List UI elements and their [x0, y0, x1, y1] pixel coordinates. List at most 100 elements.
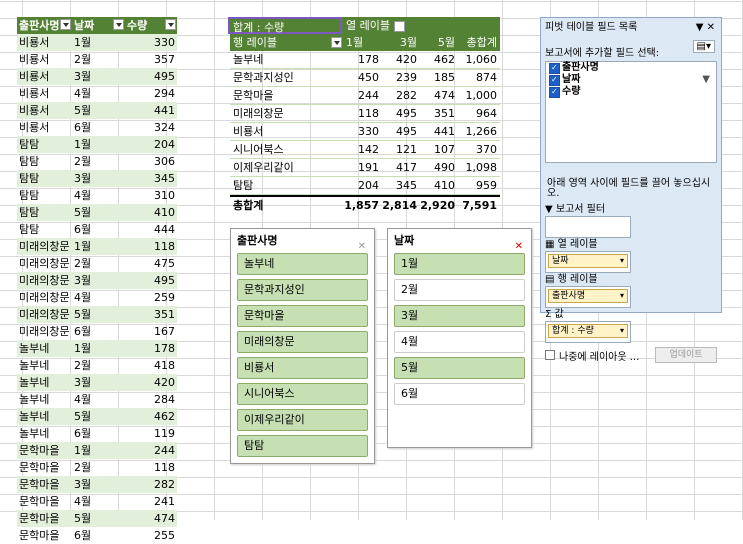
table-cell[interactable]: 2월: [72, 357, 125, 374]
pivot-cell[interactable]: 495: [382, 105, 420, 122]
checkbox-icon[interactable]: [549, 74, 560, 86]
pivot-cell[interactable]: 204: [344, 177, 382, 194]
table-cell[interactable]: 1월: [72, 442, 125, 459]
table-cell[interactable]: 탐탐: [17, 204, 72, 221]
table-cell[interactable]: 410: [125, 204, 177, 221]
table-cell[interactable]: 6월: [72, 425, 125, 442]
table-cell[interactable]: 3월: [72, 374, 125, 391]
slicer-item[interactable]: 2월: [394, 279, 525, 301]
table-cell[interactable]: 1월: [72, 340, 125, 357]
zone-values[interactable]: Σ 값 합계 : 수량: [545, 308, 631, 343]
pivot-cell[interactable]: 410: [420, 177, 458, 194]
slicer-item[interactable]: 1월: [394, 253, 525, 275]
table-cell[interactable]: 244: [125, 442, 177, 459]
pivot-cell[interactable]: 이제우리같이: [230, 159, 344, 176]
pivot-cell[interactable]: 탐탐: [230, 177, 344, 194]
slicer-item[interactable]: 놀부네: [237, 253, 368, 275]
table-cell[interactable]: 비룡서: [17, 102, 72, 119]
field-publisher[interactable]: 출판사명: [546, 62, 716, 74]
table-cell[interactable]: 문학마을: [17, 459, 72, 476]
table-cell[interactable]: 5월: [72, 102, 125, 119]
table-cell[interactable]: 255: [125, 527, 177, 544]
table-cell[interactable]: 탐탐: [17, 221, 72, 238]
header-qty[interactable]: 수량: [125, 17, 177, 34]
table-cell[interactable]: 미래의창문: [17, 255, 72, 272]
slicer-item[interactable]: 시니어북스: [237, 383, 368, 405]
table-cell[interactable]: 2월: [72, 51, 125, 68]
pivot-cell[interactable]: 미래의창문: [230, 105, 344, 122]
table-cell[interactable]: 6월: [72, 119, 125, 136]
table-cell[interactable]: 495: [125, 68, 177, 85]
table-cell[interactable]: 미래의창문: [17, 306, 72, 323]
table-cell[interactable]: 비룡서: [17, 119, 72, 136]
zone-columns[interactable]: ▦ 열 레이블 날짜: [545, 238, 631, 273]
table-cell[interactable]: 미래의창문: [17, 272, 72, 289]
filter-dropdown-icon[interactable]: [60, 19, 71, 30]
zone-rows[interactable]: ▤ 행 레이블 출판사명: [545, 273, 631, 308]
slicer-item[interactable]: 탐탐: [237, 435, 368, 457]
close-icon[interactable]: ▼ ✕: [696, 18, 715, 38]
table-cell[interactable]: 놀부네: [17, 391, 72, 408]
table-cell[interactable]: 비룡서: [17, 51, 72, 68]
table-cell[interactable]: 문학마을: [17, 476, 72, 493]
pivot-cell[interactable]: 1,098: [458, 159, 500, 176]
table-cell[interactable]: 241: [125, 493, 177, 510]
table-cell[interactable]: 문학마을: [17, 442, 72, 459]
table-cell[interactable]: 4월: [72, 493, 125, 510]
table-cell[interactable]: 444: [125, 221, 177, 238]
pivot-cell[interactable]: 282: [382, 87, 420, 104]
table-cell[interactable]: 1월: [72, 238, 125, 255]
checkbox-icon[interactable]: [549, 86, 560, 98]
table-cell[interactable]: 문학마을: [17, 510, 72, 527]
table-cell[interactable]: 4월: [72, 85, 125, 102]
table-cell[interactable]: 5월: [72, 306, 125, 323]
table-cell[interactable]: 5월: [72, 510, 125, 527]
table-cell[interactable]: 탐탐: [17, 187, 72, 204]
table-cell[interactable]: 문학마을: [17, 527, 72, 544]
table-cell[interactable]: 118: [125, 238, 177, 255]
table-cell[interactable]: 3월: [72, 68, 125, 85]
pivot-cell[interactable]: 185: [420, 69, 458, 86]
clear-filter-icon[interactable]: ✕: [358, 235, 366, 259]
pivot-cell[interactable]: 351: [420, 105, 458, 122]
pivot-cell[interactable]: 874: [458, 69, 500, 86]
table-cell[interactable]: 351: [125, 306, 177, 323]
row-label[interactable]: 행 레이블: [230, 34, 344, 51]
table-cell[interactable]: 259: [125, 289, 177, 306]
table-cell[interactable]: 놀부네: [17, 425, 72, 442]
filter-icon[interactable]: [393, 20, 405, 32]
table-cell[interactable]: 6월: [72, 323, 125, 340]
table-cell[interactable]: 420: [125, 374, 177, 391]
table-cell[interactable]: 놀부네: [17, 408, 72, 425]
field-date[interactable]: 날짜▼: [546, 74, 716, 86]
slicer-date[interactable]: 날짜 ✕ 1월 2월 3월 4월 5월 6월: [387, 228, 532, 448]
table-cell[interactable]: 5월: [72, 204, 125, 221]
table-cell[interactable]: 1월: [72, 136, 125, 153]
table-cell[interactable]: 1월: [72, 34, 125, 51]
slicer-item[interactable]: 6월: [394, 383, 525, 405]
table-cell[interactable]: 167: [125, 323, 177, 340]
pivot-cell[interactable]: 370: [458, 141, 500, 158]
table-cell[interactable]: 미래의창문: [17, 238, 72, 255]
table-cell[interactable]: 284: [125, 391, 177, 408]
update-button[interactable]: 업데이트: [655, 347, 717, 363]
sum-chip[interactable]: 합계 : 수량: [548, 324, 628, 338]
table-cell[interactable]: 495: [125, 272, 177, 289]
table-cell[interactable]: 306: [125, 153, 177, 170]
table-cell[interactable]: 3월: [72, 476, 125, 493]
table-cell[interactable]: 4월: [72, 187, 125, 204]
table-cell[interactable]: 놀부네: [17, 374, 72, 391]
publisher-chip[interactable]: 출판사명: [548, 289, 628, 303]
table-cell[interactable]: 3월: [72, 170, 125, 187]
table-cell[interactable]: 탐탐: [17, 170, 72, 187]
table-cell[interactable]: 119: [125, 425, 177, 442]
pivot-cell[interactable]: 330: [344, 123, 382, 140]
slicer-item[interactable]: 비룡서: [237, 357, 368, 379]
pivot-cell[interactable]: 놀부네: [230, 51, 344, 68]
pivot-cell[interactable]: 시니어북스: [230, 141, 344, 158]
pivot-cell[interactable]: 474: [420, 87, 458, 104]
pivot-cell[interactable]: 964: [458, 105, 500, 122]
table-cell[interactable]: 4월: [72, 289, 125, 306]
slicer-item[interactable]: 문학마을: [237, 305, 368, 327]
table-cell[interactable]: 비룡서: [17, 68, 72, 85]
